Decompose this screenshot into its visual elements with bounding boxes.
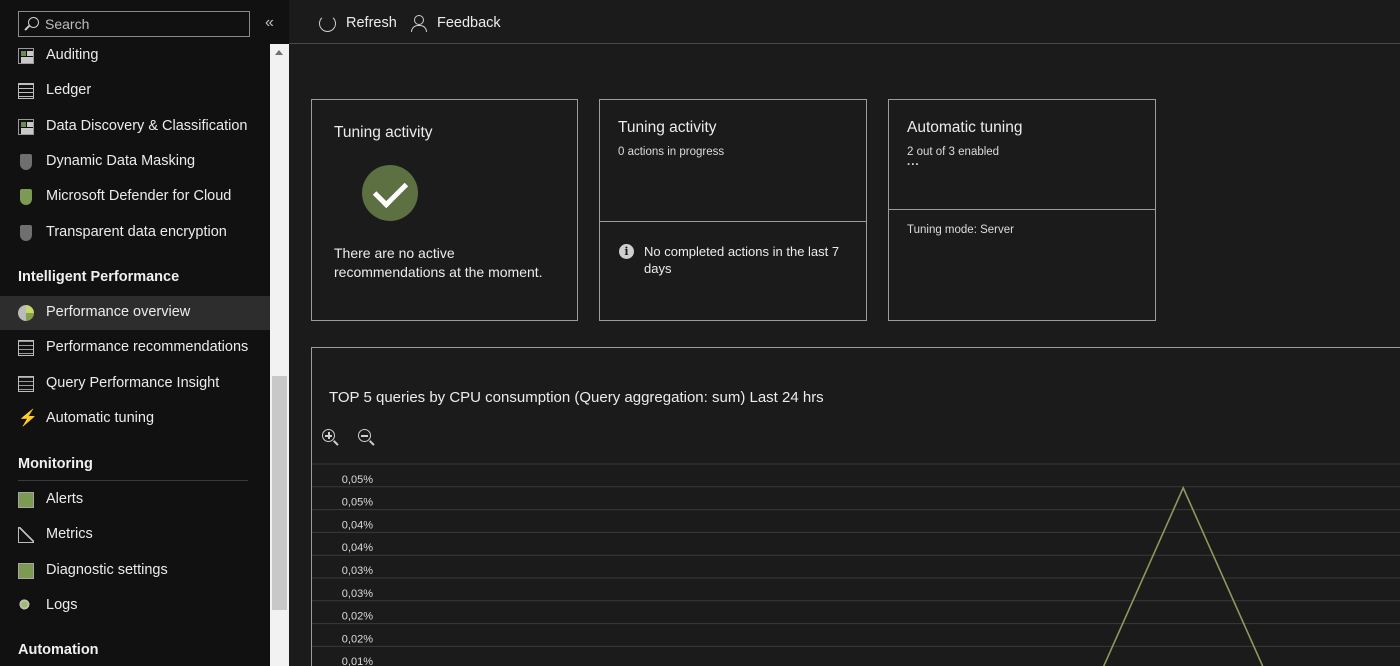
refresh-icon — [319, 14, 336, 32]
sidebar-item-logs[interactable]: Logs — [0, 589, 270, 623]
sidebar-item-label: Ledger — [46, 82, 92, 98]
sidebar-item-performance-overview[interactable]: Performance overview — [0, 296, 270, 330]
sidebar-item-label: Alerts — [46, 491, 84, 507]
y-tick-label: 0,04% — [342, 542, 373, 554]
sidebar-item-data-discovery[interactable]: Data Discovery & Classification — [0, 110, 270, 144]
automatic-tuning-card[interactable]: Automatic tuning 2 out of 3 enabled ... … — [888, 99, 1156, 321]
top-queries-chart-panel: TOP 5 queries by CPU consumption (Query … — [311, 347, 1400, 666]
scroll-up-arrow-icon[interactable] — [275, 50, 283, 55]
sidebar-item-data-masking[interactable]: Dynamic Data Masking — [0, 145, 270, 179]
sidebar-item-label: Performance recommendations — [46, 339, 249, 355]
metrics-icon — [18, 527, 34, 543]
search-box[interactable] — [18, 11, 250, 37]
checkmark-icon — [362, 165, 418, 221]
feedback-label: Feedback — [437, 15, 501, 31]
tuning-status-card[interactable]: Tuning activity There are no active reco… — [311, 99, 578, 321]
collapse-sidebar-button[interactable]: « — [265, 13, 279, 33]
query-insight-icon — [18, 376, 34, 392]
section-divider — [18, 480, 248, 481]
card-title: Automatic tuning — [907, 119, 1023, 136]
cpu-consumption-chart[interactable]: 0,05% 0,05% 0,04% 0,04% 0,03% 0,03% 0,02% 0,02%… — [312, 458, 1400, 666]
no-recommendations-message: There are no active recommendations at t… — [334, 245, 543, 280]
enabled-count: 2 out of 3 enabled — [907, 146, 1000, 158]
sidebar-item-label: Transparent data encryption — [46, 224, 227, 240]
search-icon — [28, 17, 39, 28]
refresh-button[interactable]: Refresh — [319, 12, 397, 34]
sidebar-item-ledger[interactable]: Ledger — [0, 74, 270, 108]
gauge-icon — [18, 305, 34, 321]
sidebar-item-query-performance-insight[interactable]: Query Performance Insight — [0, 367, 270, 401]
alerts-icon — [18, 492, 34, 508]
section-heading-monitoring: Monitoring — [18, 456, 93, 472]
sidebar-item-label: Auditing — [46, 47, 99, 63]
sidebar-item-label: Microsoft Defender for Cloud — [46, 188, 232, 204]
sidebar-item-diagnostic-settings[interactable]: Diagnostic settings — [0, 554, 270, 588]
encryption-shield-icon — [20, 225, 32, 241]
y-tick-label: 0,05% — [342, 497, 373, 509]
sidebar-scrollbar[interactable] — [270, 44, 289, 666]
card-divider — [889, 209, 1155, 210]
sidebar-item-label: Metrics — [46, 526, 93, 542]
sidebar-item-label: Performance overview — [46, 304, 191, 320]
refresh-label: Refresh — [346, 15, 397, 31]
y-tick-label: 0,05% — [342, 474, 373, 486]
ledger-icon — [18, 83, 34, 99]
data-masking-icon — [20, 154, 32, 170]
lightning-icon: ⚡ — [18, 410, 38, 427]
scrollbar-thumb[interactable] — [272, 376, 287, 610]
no-completed-actions-message: No completed actions in the last 7 days — [644, 244, 840, 276]
zoom-in-button[interactable] — [322, 429, 340, 447]
sidebar-item-automatic-tuning[interactable]: ⚡ Automatic tuning — [0, 402, 270, 436]
series-line[interactable] — [1096, 485, 1270, 666]
y-tick-label: 0,01% — [342, 656, 373, 666]
sidebar-item-label: Dynamic Data Masking — [46, 153, 196, 169]
chart-title: TOP 5 queries by CPU consumption (Query … — [329, 389, 824, 406]
auditing-icon — [18, 48, 34, 64]
tuning-mode: Tuning mode: Server — [907, 224, 1014, 236]
card-title: Tuning activity — [618, 119, 717, 136]
command-bar: Refresh Feedback — [289, 0, 1400, 44]
section-heading-automation: Automation — [18, 642, 99, 658]
more-options-ellipsis: ... — [907, 156, 920, 168]
sidebar-item-auditing[interactable]: Auditing — [0, 39, 270, 73]
logs-icon — [18, 598, 34, 614]
search-input[interactable] — [45, 14, 245, 34]
sidebar-item-label: Data Discovery & Classification — [46, 118, 248, 134]
tuning-activity-card[interactable]: Tuning activity 0 actions in progress i … — [599, 99, 867, 321]
diagnostic-icon — [18, 563, 34, 579]
sidebar-item-label: Diagnostic settings — [46, 562, 168, 578]
zoom-out-button[interactable] — [358, 429, 376, 447]
feedback-person-icon — [411, 14, 429, 32]
actions-in-progress: 0 actions in progress — [618, 146, 725, 158]
info-icon: i — [619, 244, 634, 259]
recommendations-icon — [18, 340, 34, 356]
sidebar-item-metrics[interactable]: Metrics — [0, 518, 270, 552]
card-divider — [600, 221, 866, 222]
y-tick-label: 0,02% — [342, 611, 373, 623]
y-tick-label: 0,03% — [342, 588, 373, 600]
sidebar-item-defender[interactable]: Microsoft Defender for Cloud — [0, 180, 270, 214]
y-tick-label: 0,03% — [342, 565, 373, 577]
sidebar-item-label: Logs — [46, 597, 78, 613]
section-heading-intelligent-performance: Intelligent Performance — [18, 269, 180, 285]
sidebar-item-encryption[interactable]: Transparent data encryption — [0, 216, 270, 250]
sidebar-item-alerts[interactable]: Alerts — [0, 483, 270, 517]
sidebar-item-performance-recommendations[interactable]: Performance recommendations — [0, 331, 270, 365]
data-discovery-icon — [18, 119, 34, 135]
y-tick-label: 0,04% — [342, 519, 373, 531]
sidebar-item-label: Automatic tuning — [46, 410, 155, 426]
card-title: Tuning activity — [334, 124, 433, 141]
sidebar-item-label: Query Performance Insight — [46, 375, 220, 391]
feedback-button[interactable]: Feedback — [411, 12, 501, 34]
defender-shield-icon — [20, 189, 32, 205]
sidebar: « Auditing Ledger Data Discovery & Class… — [0, 0, 289, 666]
y-tick-label: 0,02% — [342, 633, 373, 645]
